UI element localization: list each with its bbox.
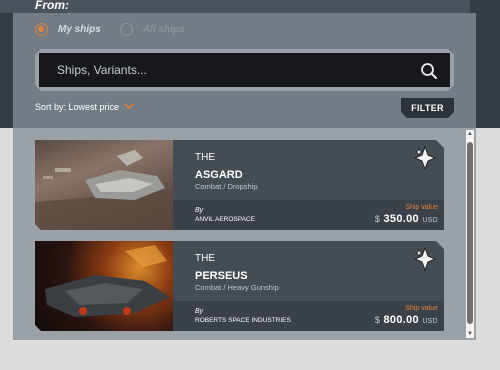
ship-info: THE PERSEUS Combat / Heavy Gunship By RO… (173, 241, 444, 331)
ship-footer: By ROBERTS SPACE INDUSTRIES Ship value $… (173, 301, 444, 331)
search-box (39, 53, 450, 87)
scroll-up-icon[interactable]: ▲ (466, 130, 474, 138)
tab-strip (0, 0, 470, 13)
ship-image (35, 140, 173, 230)
currency-symbol: $ (374, 214, 381, 224)
ship-price: $ 350.00 USD (375, 213, 438, 225)
sparkle-icon (414, 146, 436, 175)
ship-value-label: Ship value (405, 305, 438, 312)
by-label: By (195, 308, 204, 315)
ship-value-label: Ship value (405, 204, 438, 211)
sort-label: Sort by: Lowest price (35, 102, 120, 112)
price-value: 800.00 (383, 314, 419, 326)
price-value: 350.00 (383, 213, 419, 225)
search-input[interactable] (57, 63, 397, 77)
chevron-down-icon (124, 102, 134, 112)
currency-code: USD (422, 217, 438, 224)
ship-name: ASGARD (195, 169, 243, 181)
from-title: From: (35, 0, 69, 12)
scroll-down-icon[interactable]: ▼ (466, 330, 474, 338)
ship-prefix: THE (195, 253, 215, 264)
ship-info: THE ASGARD Combat / Dropship By ANVIL AE… (173, 140, 444, 230)
ship-footer: By ANVIL AEROSPACE Ship value $ 350.00 U… (173, 200, 444, 230)
ship-price: $ 800.00 USD (375, 314, 438, 326)
radio-unselected-icon[interactable] (120, 23, 133, 36)
radio-my-ships[interactable]: My ships (35, 23, 101, 36)
manufacturer: ROBERTS SPACE INDUSTRIES (195, 317, 291, 324)
scroll-thumb[interactable] (467, 142, 473, 324)
currency-symbol: $ (374, 315, 381, 325)
radio-all-ships-label: All ships (143, 24, 185, 35)
radio-all-ships[interactable]: All ships (120, 23, 185, 36)
filter-button[interactable]: FILTER (401, 98, 454, 118)
ship-name: PERSEUS (195, 270, 248, 282)
radio-my-ships-label: My ships (58, 24, 101, 35)
currency-code: USD (422, 318, 438, 325)
manufacturer: ANVIL AEROSPACE (195, 216, 255, 223)
radio-selected-icon[interactable] (35, 23, 48, 36)
ship-card[interactable]: THE PERSEUS Combat / Heavy Gunship By RO… (35, 241, 444, 331)
ship-prefix: THE (195, 152, 215, 163)
scrollbar[interactable]: ▲ ▼ (466, 130, 474, 338)
sort-dropdown[interactable]: Sort by: Lowest price (35, 102, 134, 112)
by-label: By (195, 207, 204, 214)
search-icon[interactable] (420, 62, 438, 85)
ship-image (35, 241, 173, 331)
ship-role: Combat / Heavy Gunship (195, 283, 279, 292)
ship-card[interactable]: THE ASGARD Combat / Dropship By ANVIL AE… (35, 140, 444, 230)
search-bar (35, 49, 454, 91)
sparkle-icon (414, 247, 436, 276)
ship-role: Combat / Dropship (195, 182, 258, 191)
